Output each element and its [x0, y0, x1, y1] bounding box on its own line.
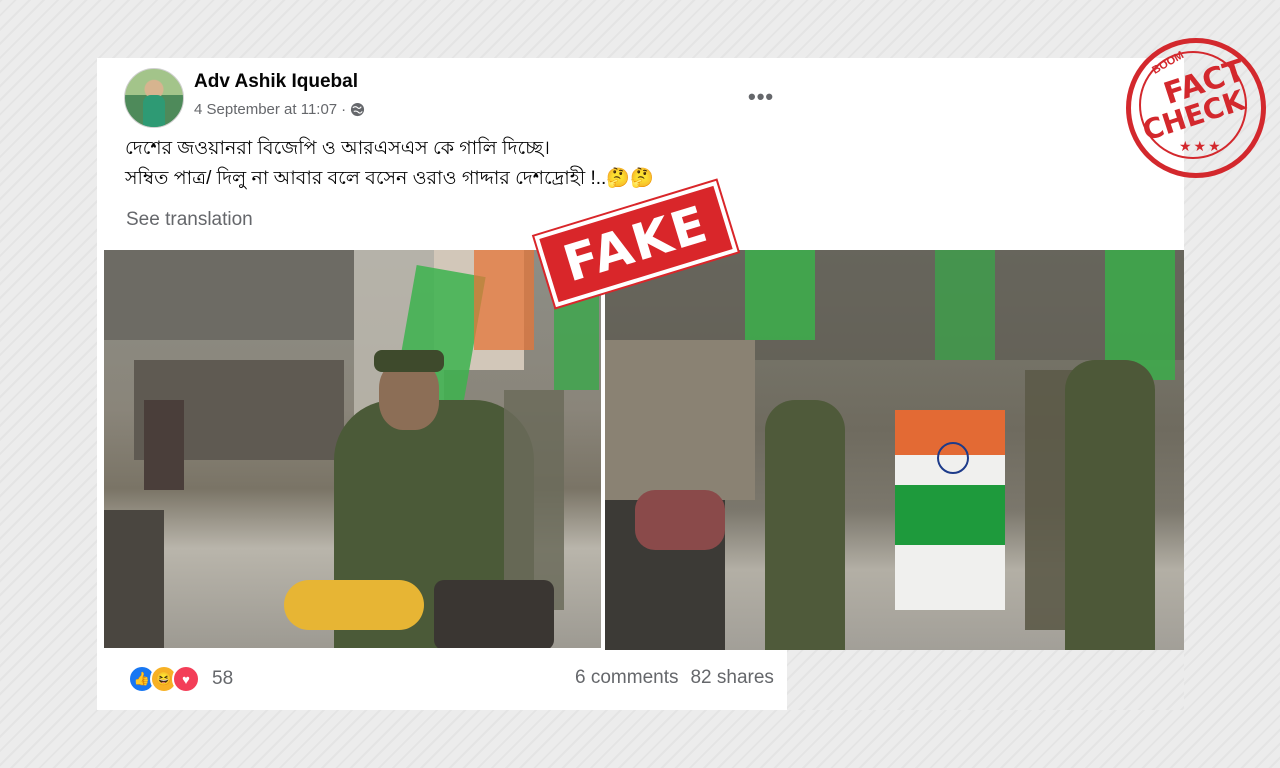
fact-check-stamp: BOOM FACT CHECK ★★★ — [1126, 38, 1266, 178]
reaction-count[interactable]: 58 — [212, 668, 233, 690]
meta-separator: · — [341, 101, 347, 118]
post-timestamp[interactable]: 4 September at 11:07 — [194, 101, 337, 118]
love-icon: ♥ — [172, 665, 200, 693]
stamp-stars: ★★★ — [1179, 138, 1223, 154]
background-strip — [787, 650, 1184, 710]
post-text-line: দেশের জওয়ানরা বিজেপি ও আরএসএস কে গালি দ… — [125, 138, 550, 159]
video-frame-left[interactable] — [104, 250, 601, 648]
post-text: দেশের জওয়ানরা বিজেপি ও আরএসএস কে গালি দ… — [125, 134, 654, 194]
post-meta: 4 September at 11:07 · — [194, 101, 365, 118]
author-name[interactable]: Adv Ashik Iquebal — [194, 71, 358, 93]
author-avatar[interactable] — [124, 68, 184, 128]
globe-icon — [351, 102, 365, 117]
more-options-button[interactable]: ••• — [748, 84, 774, 110]
comments-count[interactable]: 6 comments — [575, 667, 678, 689]
video-frame-right[interactable] — [605, 250, 1184, 650]
shares-count[interactable]: 82 shares — [690, 667, 773, 689]
post-text-line: সম্বিত পাত্র/ দিলু না আবার বলে বসেন ওরাও… — [125, 168, 654, 189]
reactions-summary[interactable]: 👍 😆 ♥ 58 — [128, 665, 233, 693]
see-translation-link[interactable]: See translation — [126, 209, 253, 231]
engagement-stats: 6 comments 82 shares — [575, 667, 774, 689]
